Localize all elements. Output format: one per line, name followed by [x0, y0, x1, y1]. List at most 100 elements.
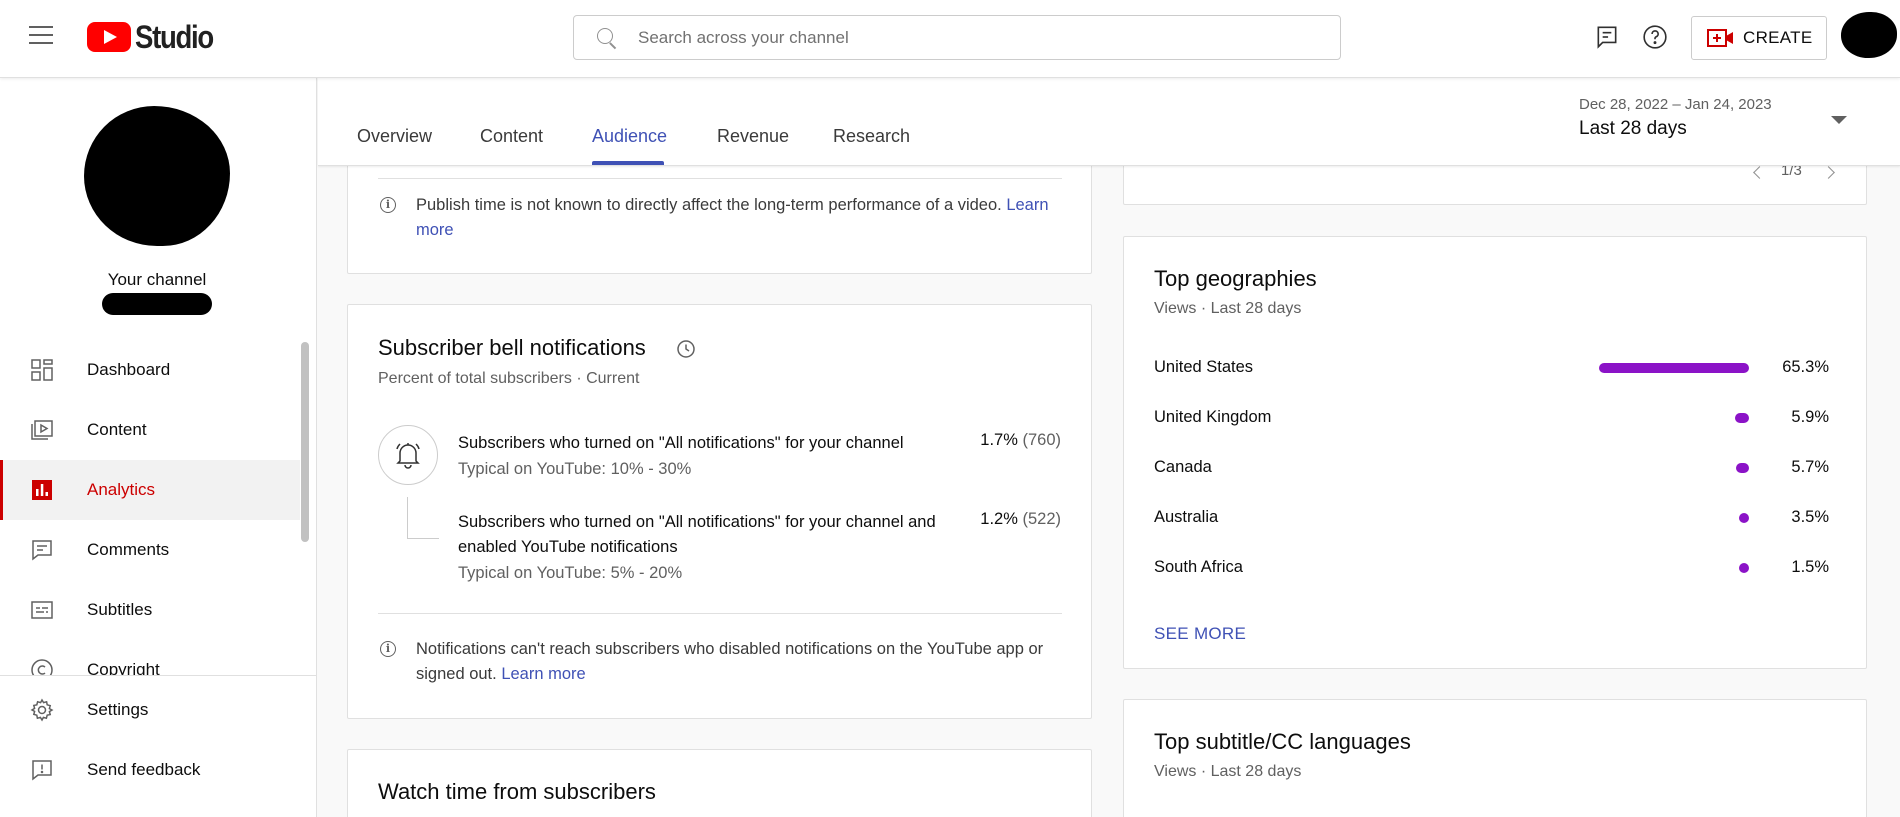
analytics-icon — [29, 477, 55, 503]
geo-country: Australia — [1154, 508, 1219, 526]
account-avatar[interactable] — [1841, 12, 1897, 58]
info-icon: i — [380, 197, 396, 213]
comments-icon — [29, 537, 55, 563]
card-subtitle: Views · Last 28 days — [1154, 763, 1302, 780]
geo-bar — [1739, 513, 1749, 523]
top-geographies-card: Top geographies Views · Last 28 days Uni… — [1123, 236, 1867, 669]
sidebar-bottom: Settings Send feedback — [0, 675, 316, 800]
card-title: Top subtitle/CC languages — [1154, 729, 1411, 754]
tab-content[interactable]: Content — [480, 126, 543, 147]
tab-research[interactable]: Research — [833, 126, 910, 147]
youtube-studio-logo[interactable]: Studio — [87, 18, 226, 55]
sidebar-nav: Dashboard Content Analytics Comments Sub… — [0, 340, 300, 700]
bell-stat-typical: Typical on YouTube: 5% - 20% — [458, 564, 683, 582]
chevron-left-icon[interactable] — [1753, 166, 1766, 179]
feedback-icon[interactable] — [1594, 24, 1620, 50]
bell-stat-label: Subscribers who turned on "All notificat… — [458, 434, 904, 452]
channel-label: Your channel — [107, 270, 207, 289]
watch-time-card: Watch time from subscribers — [347, 749, 1092, 817]
sidebar-item-analytics[interactable]: Analytics — [0, 460, 300, 520]
subscriber-bell-card: Subscriber bell notifications Percent of… — [347, 304, 1092, 719]
notifications-note: Notifications can't reach subscribers wh… — [416, 637, 1066, 687]
geo-percent: 5.9% — [1791, 408, 1829, 426]
sidebar-item-label: Analytics — [87, 480, 156, 499]
sidebar-item-settings[interactable]: Settings — [0, 680, 316, 740]
subtitles-icon — [29, 597, 55, 623]
clock-icon[interactable] — [676, 339, 696, 364]
youtube-logo-icon — [87, 22, 131, 52]
bell-stat-label: Subscribers who turned on "All notificat… — [458, 513, 936, 556]
menu-icon[interactable] — [29, 26, 53, 46]
geo-percent: 65.3% — [1782, 358, 1829, 376]
geo-row: South Africa 1.5% — [1154, 554, 1829, 584]
bell-icon-container — [378, 425, 438, 485]
sidebar-item-label: Content — [87, 420, 147, 439]
date-period-selector[interactable]: Last 28 days — [1579, 118, 1687, 140]
bell-stat-count: (760) — [1022, 431, 1061, 449]
bell-stat-count: (522) — [1022, 510, 1061, 528]
info-icon: i — [380, 641, 396, 657]
channel-avatar[interactable] — [84, 106, 230, 246]
search-input[interactable] — [638, 27, 1318, 48]
bell-stat-typical: Typical on YouTube: 10% - 30% — [458, 460, 692, 478]
sidebar-item-content[interactable]: Content — [0, 400, 300, 460]
publish-note-text: Publish time is not known to directly af… — [416, 196, 1002, 214]
card-subtitle: Percent of total subscribers · Current — [378, 370, 640, 387]
sidebar-item-label: Dashboard — [87, 360, 171, 379]
content-icon — [29, 417, 55, 443]
date-range[interactable]: Dec 28, 2022 – Jan 24, 2023 — [1579, 96, 1772, 113]
bell-stat-pct: 1.2% — [980, 510, 1018, 528]
sidebar-item-send-feedback[interactable]: Send feedback — [0, 740, 316, 800]
geo-country: United Kingdom — [1154, 408, 1272, 426]
sidebar-item-comments[interactable]: Comments — [0, 520, 300, 580]
gear-icon — [29, 697, 55, 723]
geo-percent: 1.5% — [1791, 558, 1829, 576]
sidebar: Your channel Dashboard Content Analytics… — [0, 78, 317, 817]
top-bar: Studio CREATE — [0, 0, 1900, 78]
sidebar-item-label: Settings — [87, 700, 149, 719]
publish-time-note: Publish time is not known to directly af… — [416, 193, 1056, 243]
sidebar-item-subtitles[interactable]: Subtitles — [0, 580, 300, 640]
learn-more-link[interactable]: Learn more — [501, 665, 585, 683]
card-subtitle: Views · Last 28 days — [1154, 300, 1302, 317]
see-more-button[interactable]: SEE MORE — [1154, 624, 1246, 644]
create-button[interactable]: CREATE — [1691, 16, 1827, 60]
sidebar-item-dashboard[interactable]: Dashboard — [0, 340, 300, 400]
geo-percent: 5.7% — [1791, 458, 1829, 476]
bell-stat-pct: 1.7% — [980, 431, 1018, 449]
help-icon[interactable] — [1642, 24, 1668, 50]
divider — [378, 613, 1062, 614]
geo-row: Canada 5.7% — [1154, 454, 1829, 484]
connector-line — [407, 497, 439, 539]
search-icon[interactable] — [596, 27, 618, 49]
tab-revenue[interactable]: Revenue — [717, 126, 789, 147]
geo-country: United States — [1154, 358, 1254, 376]
top-subtitle-languages-card: Top subtitle/CC languages Views · Last 2… — [1123, 699, 1867, 817]
card-title: Top geographies — [1154, 266, 1317, 291]
card-title: Subscriber bell notifications — [378, 335, 646, 360]
dashboard-icon — [29, 357, 55, 383]
geo-country: Canada — [1154, 458, 1212, 476]
search-box[interactable] — [573, 15, 1341, 60]
chevron-down-icon[interactable] — [1831, 116, 1847, 124]
bell-stat-value: 1.2% (522) — [980, 510, 1061, 529]
geo-row: United States 65.3% — [1154, 354, 1829, 384]
sidebar-scrollbar[interactable] — [301, 342, 309, 542]
sidebar-item-label: Comments — [87, 540, 170, 559]
geo-bar — [1735, 413, 1749, 423]
tab-overview[interactable]: Overview — [357, 126, 432, 147]
sidebar-item-label: Send feedback — [87, 760, 201, 779]
card-title: Watch time from subscribers — [378, 779, 656, 804]
logo-text: Studio — [135, 18, 214, 55]
divider — [378, 178, 1062, 179]
channel-name — [102, 293, 212, 315]
create-video-icon — [1707, 28, 1735, 48]
tab-audience[interactable]: Audience — [592, 126, 667, 147]
chevron-right-icon[interactable] — [1822, 166, 1835, 179]
geo-bar — [1739, 563, 1749, 573]
bell-stat-value: 1.7% (760) — [980, 431, 1061, 450]
analytics-tabs-bar: Overview Content Audience Revenue Resear… — [318, 78, 1900, 166]
geo-country: South Africa — [1154, 558, 1243, 576]
sidebar-item-label: Subtitles — [87, 600, 153, 619]
geo-bar — [1735, 463, 1749, 473]
